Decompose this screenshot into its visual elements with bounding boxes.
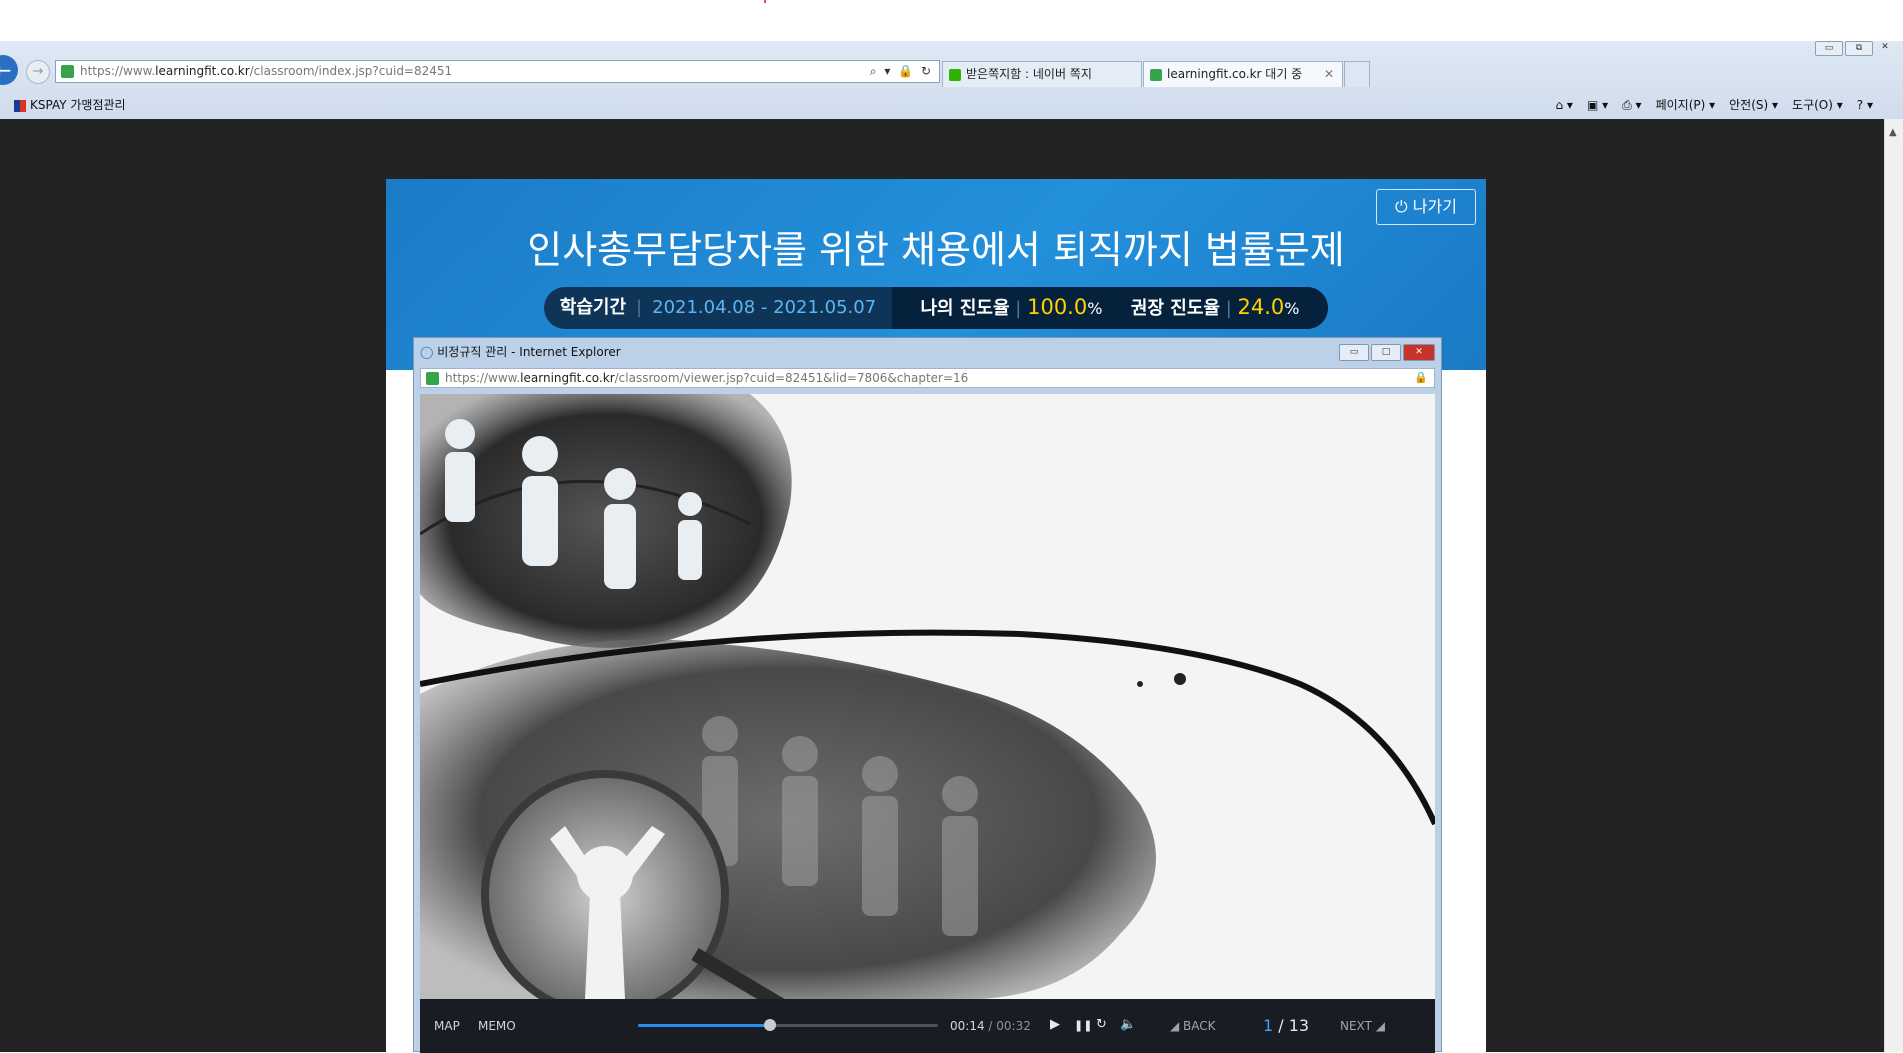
url-domain: learningfit.co.kr bbox=[520, 371, 615, 385]
my-progress-label: 나의 진도율 bbox=[920, 298, 1010, 319]
tab-naver-note[interactable]: 받은쪽지함 : 네이버 쪽지 bbox=[942, 61, 1142, 87]
favorite-label: KSPAY 가맹점관리 bbox=[30, 98, 126, 112]
page-total: 13 bbox=[1288, 1016, 1310, 1035]
page-separator: / bbox=[1273, 1016, 1289, 1035]
print-icon[interactable]: ⎙ ▾ bbox=[1622, 91, 1641, 119]
url-path: /classroom/index.jsp?cuid=82451 bbox=[249, 64, 453, 78]
new-tab-button[interactable] bbox=[1344, 61, 1370, 87]
feeds-icon[interactable]: ▣ ▾ bbox=[1587, 91, 1608, 119]
time-display: 00:14 / 00:32 bbox=[950, 1019, 1031, 1033]
tab-learningfit[interactable]: learningfit.co.kr 대기 중 ✕ bbox=[1143, 61, 1343, 87]
lock-icon: 🔒 bbox=[1414, 371, 1428, 384]
minimize-button[interactable]: ▭ bbox=[1815, 41, 1843, 56]
current-time: 00:14 bbox=[950, 1019, 985, 1033]
popup-window-controls: ▭ □ ✕ bbox=[1339, 344, 1435, 361]
divider: | bbox=[636, 297, 643, 318]
popup-address-bar: https://www.learningfit.co.kr/classroom/… bbox=[420, 368, 1435, 388]
map-button[interactable]: MAP bbox=[434, 1019, 460, 1033]
course-title: 인사총무담당자를 위한 채용에서 퇴직까지 법률문제 bbox=[527, 228, 1345, 272]
popup-maximize-button[interactable]: □ bbox=[1371, 344, 1401, 361]
forward-arrow-icon[interactable]: → bbox=[26, 60, 50, 84]
tab-label: 받은쪽지함 : 네이버 쪽지 bbox=[966, 67, 1092, 81]
seek-bar[interactable] bbox=[638, 1019, 938, 1031]
favorite-kspay[interactable]: KSPAY 가맹점관리 bbox=[14, 91, 126, 119]
window-controls: ▭ ⧉ ✕ bbox=[1815, 41, 1895, 56]
period-value: 2021.04.08 - 2021.05.07 bbox=[652, 297, 877, 318]
kspay-icon bbox=[14, 99, 26, 112]
top-strip bbox=[0, 0, 1903, 41]
seek-handle[interactable] bbox=[764, 1019, 776, 1031]
divider: | bbox=[1225, 298, 1238, 319]
safety-menu[interactable]: 안전(S) ▾ bbox=[1729, 91, 1778, 119]
popup-minimize-button[interactable]: ▭ bbox=[1339, 344, 1369, 361]
my-progress: 나의 진도율 | 100.0% bbox=[920, 287, 1102, 329]
browser-chrome: ▭ ⧉ ✕ ← → https://www.learningfit.co.kr/… bbox=[0, 41, 1903, 119]
url-scheme: https://www. bbox=[80, 64, 156, 78]
close-window-button[interactable]: ✕ bbox=[1875, 41, 1895, 54]
command-bar: ⌂ ▾ ▣ ▾ ⎙ ▾ 페이지(P) ▾ 안전(S) ▾ 도구(O) ▾ ? ▾ bbox=[1555, 91, 1873, 119]
url-path: /classroom/viewer.jsp?cuid=82451&lid=780… bbox=[614, 371, 969, 385]
marker-dot bbox=[764, 0, 766, 3]
tab-label: learningfit.co.kr 대기 중 bbox=[1167, 67, 1303, 81]
close-tab-icon[interactable]: ✕ bbox=[1324, 62, 1334, 86]
url-domain: learningfit.co.kr bbox=[155, 64, 250, 78]
progress-rates: 나의 진도율 | 100.0% 권장 진도율 | 24.0% bbox=[892, 287, 1328, 329]
scroll-up-icon[interactable]: ▲ bbox=[1889, 127, 1897, 138]
pause-icon[interactable]: ❚❚ bbox=[1074, 1019, 1092, 1032]
time-separator: / bbox=[984, 1019, 997, 1033]
vertical-scrollbar[interactable]: ▲ bbox=[1884, 119, 1903, 1052]
site-favicon-icon bbox=[61, 65, 74, 78]
divider: | bbox=[1015, 298, 1028, 319]
progress-summary: 학습기간 | 2021.04.08 - 2021.05.07 나의 진도율 | … bbox=[544, 287, 1328, 329]
back-button[interactable]: ◢ BACK bbox=[1170, 1019, 1216, 1033]
study-period: 학습기간 | 2021.04.08 - 2021.05.07 bbox=[544, 287, 892, 329]
tools-menu[interactable]: 도구(O) ▾ bbox=[1792, 91, 1843, 119]
my-progress-value: 100.0 bbox=[1027, 295, 1088, 319]
seek-bar-fill bbox=[638, 1024, 770, 1027]
popup-title: ◯ 비정규직 관리 - Internet Explorer bbox=[420, 342, 621, 362]
percent-sign: % bbox=[1284, 299, 1300, 318]
site-favicon-icon bbox=[1150, 68, 1162, 81]
page-menu[interactable]: 페이지(P) ▾ bbox=[1656, 91, 1716, 119]
recommended-progress: 권장 진도율 | 24.0% bbox=[1131, 287, 1300, 329]
period-label: 학습기간 bbox=[559, 297, 627, 318]
ie-icon: ◯ bbox=[420, 345, 434, 359]
favorites-bar: KSPAY 가맹점관리 ⌂ ▾ ▣ ▾ ⎙ ▾ 페이지(P) ▾ 안전(S) ▾… bbox=[0, 91, 1903, 119]
url-scheme: https://www. bbox=[445, 371, 521, 385]
percent-sign: % bbox=[1087, 299, 1103, 318]
viewer-popup-window: ◯ 비정규직 관리 - Internet Explorer ▭ □ ✕ http… bbox=[413, 337, 1442, 1053]
help-icon[interactable]: ? ▾ bbox=[1857, 91, 1873, 119]
popup-close-button[interactable]: ✕ bbox=[1403, 344, 1435, 361]
lecture-video[interactable] bbox=[420, 394, 1435, 999]
popup-title-text: 비정규직 관리 - Internet Explorer bbox=[437, 345, 621, 359]
recommended-progress-value: 24.0 bbox=[1237, 295, 1285, 319]
page-current: 1 bbox=[1263, 1016, 1274, 1035]
play-icon[interactable]: ▶ bbox=[1050, 1017, 1060, 1032]
address-tools[interactable]: ⌕ ▾ 🔒 ↻ bbox=[870, 61, 933, 82]
duration: 00:32 bbox=[996, 1019, 1031, 1033]
back-arrow-icon[interactable]: ← bbox=[0, 55, 18, 85]
recommended-progress-label: 권장 진도율 bbox=[1130, 298, 1220, 319]
page-indicator: 1 / 13 bbox=[1263, 1016, 1309, 1035]
volume-icon[interactable]: 🔈 bbox=[1120, 1017, 1136, 1032]
next-button[interactable]: NEXT ◢ bbox=[1340, 1019, 1385, 1033]
address-bar[interactable]: https://www.learningfit.co.kr/classroom/… bbox=[55, 60, 940, 83]
video-frame-image bbox=[420, 394, 1435, 999]
home-icon[interactable]: ⌂ ▾ bbox=[1555, 91, 1572, 119]
replay-icon[interactable]: ↻ bbox=[1096, 1017, 1107, 1032]
player-controls: MAP MEMO 00:14 / 00:32 ▶ ❚❚ ↻ 🔈 ◢ BACK 1… bbox=[420, 999, 1435, 1053]
restore-button[interactable]: ⧉ bbox=[1845, 41, 1873, 56]
site-favicon-icon bbox=[426, 372, 439, 385]
memo-button[interactable]: MEMO bbox=[478, 1019, 516, 1033]
naver-icon bbox=[949, 68, 961, 81]
